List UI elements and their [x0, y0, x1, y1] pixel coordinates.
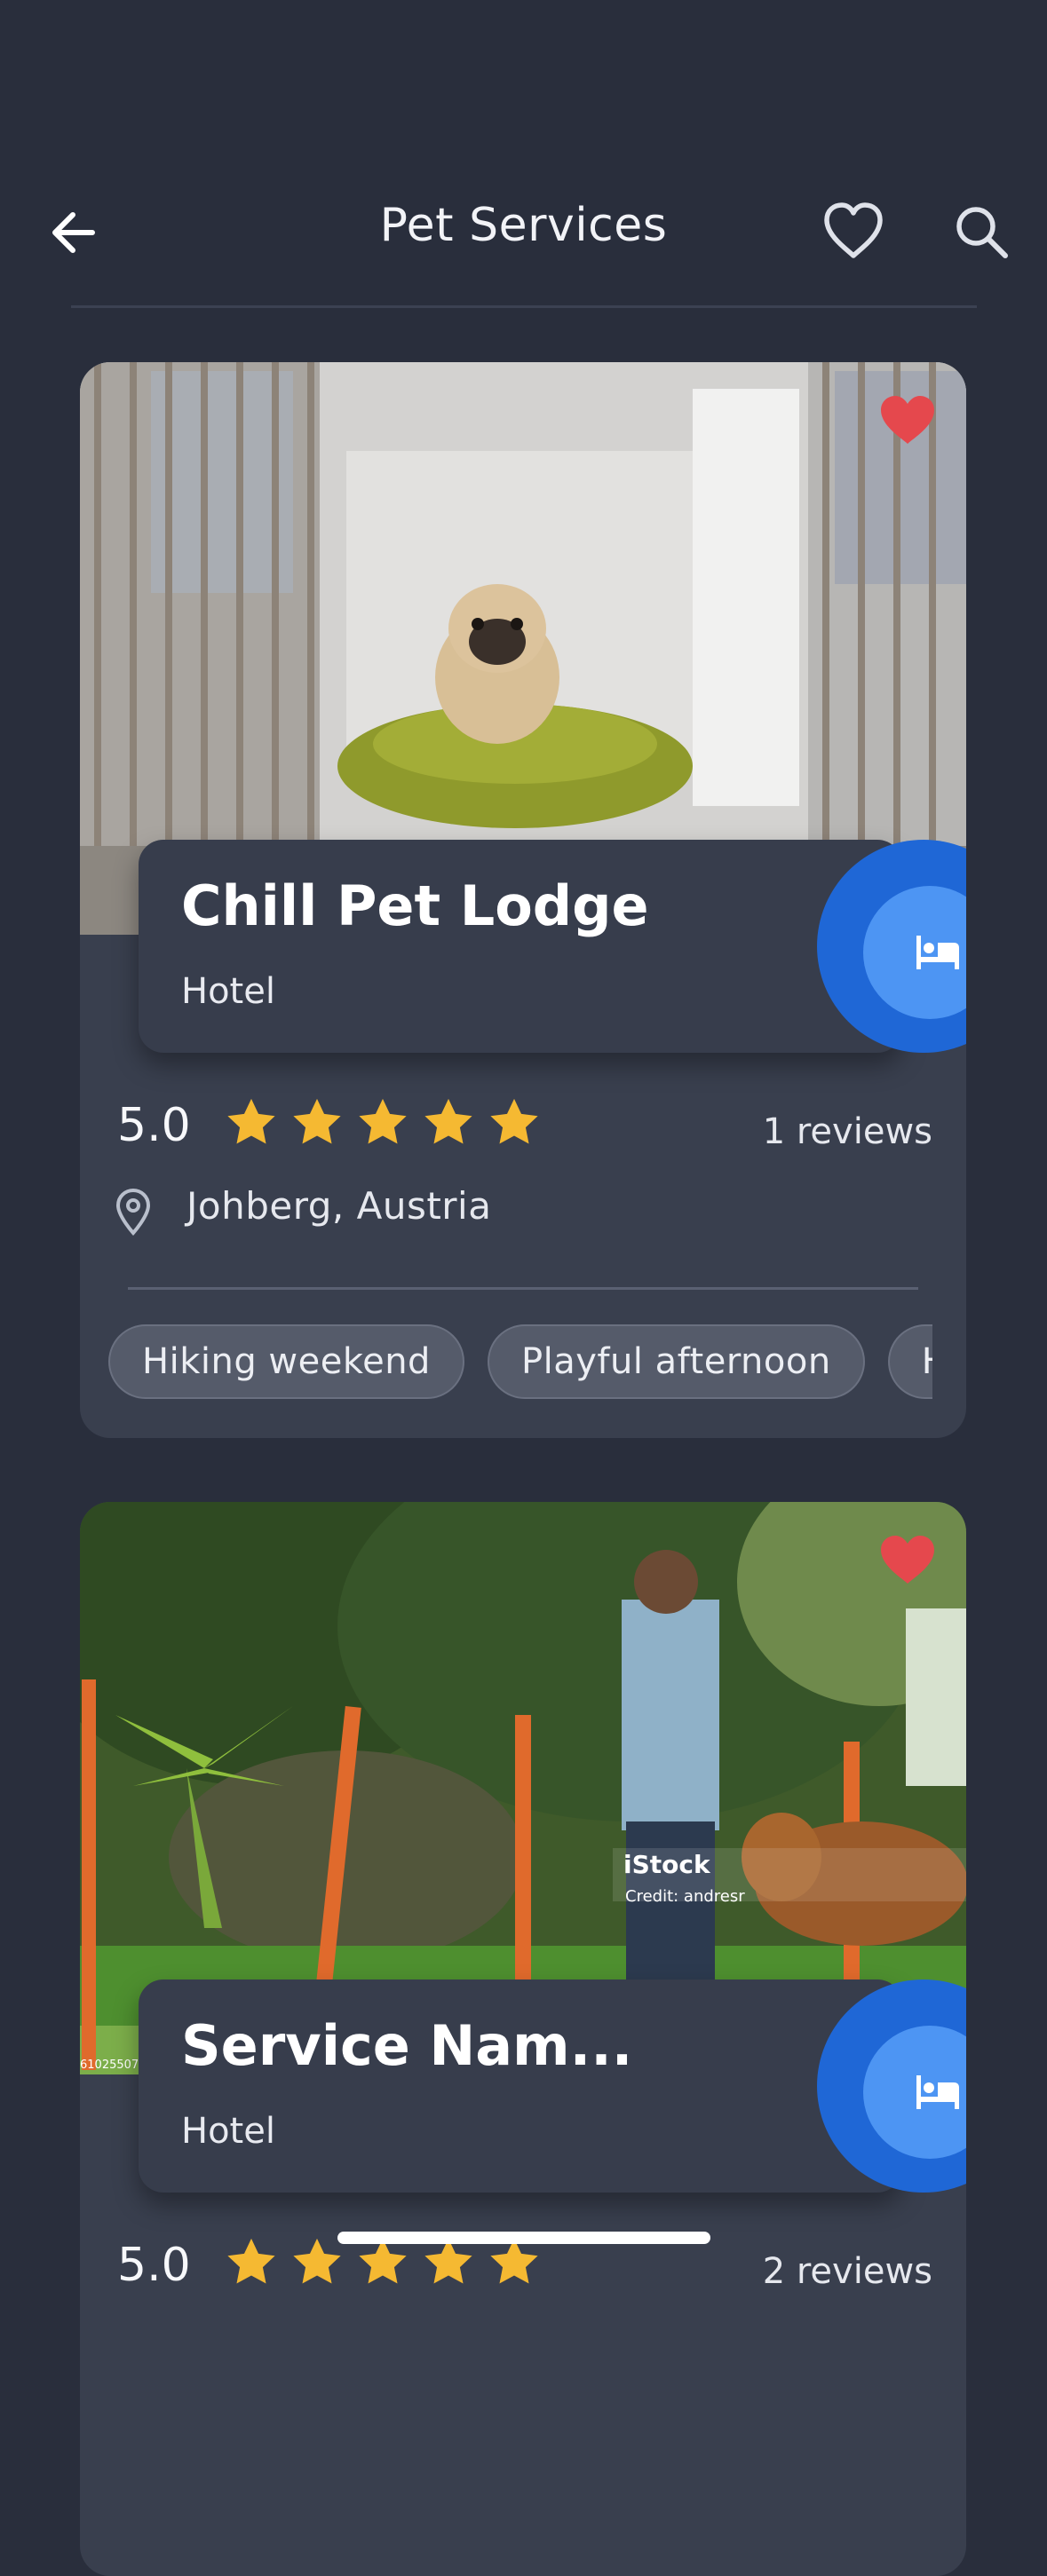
app-header: Pet Services [0, 178, 1047, 284]
star-icon [424, 1098, 472, 1144]
star-rating [224, 1095, 542, 1150]
service-card[interactable]: Chill Pet Lodge Hotel 5.0 1 reviews Johb… [80, 362, 966, 1438]
bed-icon [916, 936, 959, 969]
star-icon [490, 1098, 538, 1144]
watermark-text: iStock [623, 1850, 711, 1879]
star-icon [293, 2238, 341, 2284]
favorite-heart-icon[interactable] [879, 1534, 936, 1585]
search-icon[interactable] [952, 202, 1011, 261]
star-icon [359, 1098, 407, 1144]
service-name: Chill Pet Lodge [181, 873, 649, 938]
service-type: Hotel [181, 2111, 275, 2152]
rating-value: 5.0 [117, 1099, 191, 1152]
service-name: Service Nam... [181, 2013, 633, 2078]
card-divider [128, 1287, 918, 1290]
service-type: Hotel [181, 971, 275, 1012]
review-count[interactable]: 1 reviews [763, 1111, 932, 1152]
service-card[interactable]: iStock Credit: andresr 610255076 Service… [80, 1502, 966, 2576]
tag-chip[interactable]: H [887, 1324, 932, 1399]
page-title: Pet Services [379, 199, 668, 252]
review-count[interactable]: 2 reviews [763, 2251, 932, 2292]
home-indicator[interactable] [337, 2232, 710, 2244]
star-icon [293, 1098, 341, 1144]
tag-chip[interactable]: Playful afternoon [487, 1324, 865, 1399]
location-pin-icon [115, 1188, 151, 1236]
star-icon [227, 1098, 275, 1144]
service-info-box: Chill Pet Lodge Hotel [139, 840, 902, 1053]
watermark-id: 610255076 [80, 2058, 146, 2072]
watermark-credit: Credit: andresr [625, 1887, 745, 1906]
service-info-box: Service Nam... Hotel [139, 1979, 902, 2193]
rating-value: 5.0 [117, 2239, 191, 2292]
tag-list: Hiking weekend Playful afternoon H [108, 1324, 932, 1403]
bed-icon [916, 2075, 959, 2109]
service-location: Johberg, Austria [186, 1184, 492, 1228]
tag-chip[interactable]: Hiking weekend [108, 1324, 464, 1399]
header-divider [71, 305, 977, 308]
heart-outline-icon[interactable] [821, 201, 885, 261]
star-icon [227, 2238, 275, 2284]
favorite-heart-icon[interactable] [879, 394, 936, 446]
